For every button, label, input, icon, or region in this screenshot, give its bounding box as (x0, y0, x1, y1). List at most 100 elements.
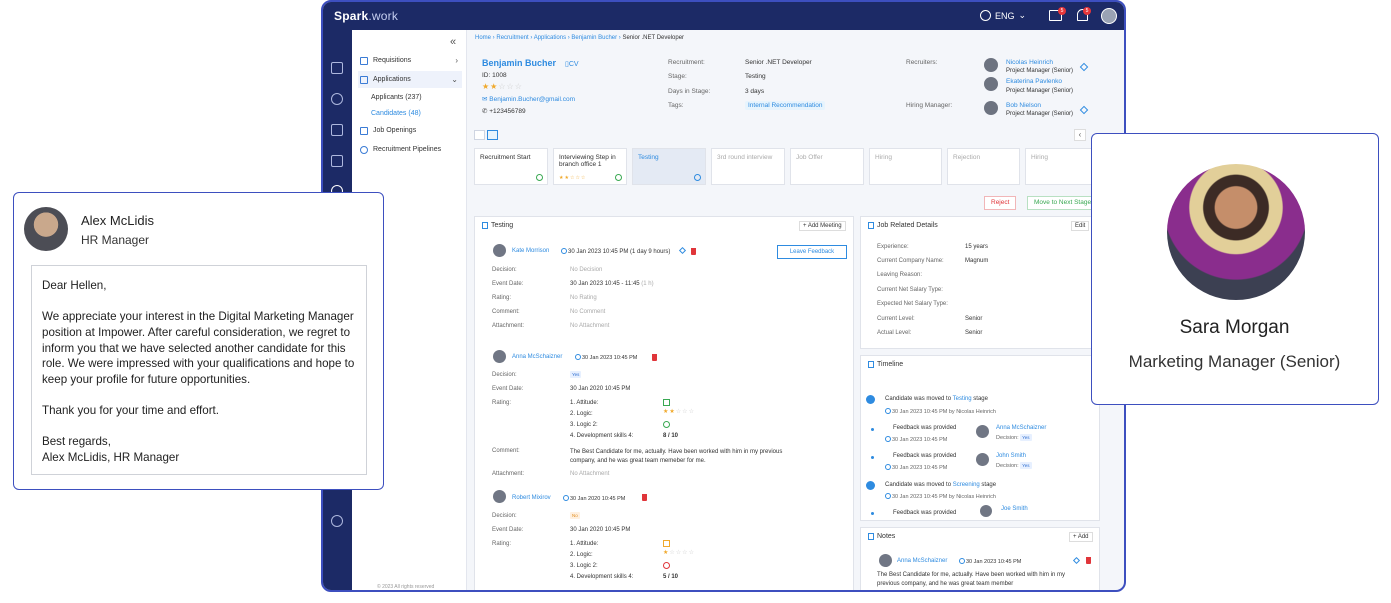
pipeline-icon (360, 145, 368, 154)
grid-view-icon[interactable] (487, 130, 498, 140)
trash-icon[interactable] (1086, 557, 1091, 564)
panel-title: Notes (868, 533, 895, 540)
rating-stars: ★☆☆☆☆ (663, 549, 695, 556)
menu-requisitions[interactable]: Requisitions › (358, 52, 462, 69)
timeline-dot (871, 456, 874, 459)
decision-value: Yes (570, 371, 582, 378)
rating-item: 4. Development skills 4: (570, 574, 634, 580)
trash-icon[interactable] (691, 248, 696, 255)
decision-label: Decision: (492, 513, 517, 519)
detail-label: Current Level: (877, 316, 915, 322)
edit-button[interactable]: Edit (1071, 221, 1090, 231)
star-icon: ☆ (514, 82, 523, 91)
timeline-feedback: Feedback was provided (893, 425, 957, 431)
email-greeting: Dear Hellen, (42, 279, 107, 292)
avatar (980, 505, 992, 517)
note-time: 30 Jan 2023 10:45 PM (959, 558, 1021, 565)
document-icon (482, 222, 488, 229)
feedback-author[interactable]: Joe Smith (1001, 506, 1028, 512)
stage-card[interactable]: 3rd round interview (711, 148, 785, 185)
menu-pipelines[interactable]: Recruitment Pipelines (358, 141, 462, 158)
stage-card[interactable]: Hiring (869, 148, 942, 185)
recruitment-label: Recruitment: (668, 59, 705, 66)
note-text: The Best Candidate for me, actually. Hav… (877, 572, 1065, 587)
menu-applicants[interactable]: Applicants (237) (371, 94, 422, 101)
stage-card[interactable]: Interviewing Step in branch office 1 ★★☆☆… (553, 148, 627, 185)
days-label: Days in Stage: (668, 88, 711, 95)
reject-button[interactable]: Reject (984, 196, 1017, 210)
gear-icon[interactable] (331, 515, 343, 527)
reviewer-name[interactable]: Robert Mixirov (512, 495, 551, 501)
recruiter-name[interactable]: Ekaterina Pavlenko (1006, 78, 1062, 85)
menu-applications[interactable]: Applications ⌄ (358, 71, 462, 88)
briefcase-icon (360, 126, 368, 135)
recruiter-name[interactable]: Nicolas Heinrich (1006, 59, 1053, 66)
scroll-left-button[interactable]: ‹ (1074, 129, 1086, 141)
edit-icon[interactable] (1079, 62, 1089, 72)
feedback-author[interactable]: Anna McSchaizner (996, 425, 1046, 431)
candidate-name[interactable]: Benjamin Bucher (482, 58, 556, 68)
calendar-icon[interactable] (331, 155, 343, 167)
avatar (493, 490, 506, 503)
comment-value: The Best Candidate for me, actually. Hav… (570, 449, 783, 464)
mail-badge: 5 (1058, 7, 1066, 15)
hiring-manager-name[interactable]: Bob Nielson (1006, 102, 1041, 109)
event-label: Event Date: (492, 386, 524, 392)
detail-value: Senior (965, 330, 983, 336)
breadcrumb: Home › Recruitment › Applications › Benj… (475, 35, 685, 41)
attachment-label: Attachment: (492, 323, 525, 329)
menu-job-openings[interactable]: Job Openings (358, 122, 462, 139)
stage-card[interactable]: Hiring (1025, 148, 1101, 185)
clock-icon (885, 493, 891, 499)
briefcase-icon[interactable] (331, 124, 343, 136)
decision-label: Decision: (492, 372, 517, 378)
avatar (984, 77, 998, 91)
add-meeting-button[interactable]: + Add Meeting (799, 221, 846, 231)
stage-card[interactable]: Job Offer (790, 148, 864, 185)
cv-link[interactable]: ▯CV (565, 60, 579, 68)
comment-value: No Comment (570, 309, 606, 315)
app-window: Spark.work ENG ⌄ 5 5 « Requisitions › Appl… (321, 0, 1126, 592)
check-icon (615, 174, 622, 181)
timeline-icon (868, 361, 874, 368)
review-time: 30 Jan 2020 10:45 PM (563, 495, 625, 502)
timeline-feedback: Feedback was provided (893, 510, 957, 516)
reviewer-name[interactable]: Kate Morrison (512, 248, 549, 254)
note-author[interactable]: Anna McSchaizner (897, 558, 947, 564)
people-icon[interactable] (331, 93, 343, 105)
user-avatar[interactable] (1101, 8, 1117, 24)
bookmark-icon[interactable] (331, 62, 343, 74)
trash-icon[interactable] (642, 494, 647, 501)
decision-value: No (570, 512, 580, 519)
chevron-right-icon: › (455, 56, 458, 65)
rating-item: 3. Logic 2: (570, 563, 598, 569)
timeline-dot (871, 512, 874, 515)
detail-value: Senior (965, 316, 983, 322)
app-logo[interactable]: Spark.work (334, 9, 398, 23)
feedback-author[interactable]: John Smith (996, 453, 1026, 459)
stage-card[interactable]: Recruitment Start (474, 148, 548, 185)
candidate-email[interactable]: ✉ Benjamin.Bucher@gmail.com (482, 95, 575, 103)
stage-card[interactable]: Rejection (947, 148, 1020, 185)
collapse-icon[interactable]: « (450, 36, 456, 48)
timeline-meta: 30 Jan 2023 10:45 PM by Nicolas Heinrich (885, 408, 996, 415)
leave-feedback-button[interactable]: Leave Feedback (777, 245, 847, 259)
star-icon: ☆ (506, 82, 515, 91)
reviewer-name[interactable]: Anna McSchaizner (512, 354, 562, 360)
add-note-button[interactable]: + Add (1069, 532, 1093, 542)
detail-value: 15 years (965, 244, 989, 250)
stage-card-current[interactable]: Testing (632, 148, 706, 185)
edit-icon[interactable] (1079, 105, 1089, 115)
sender-role: HR Manager (81, 233, 150, 247)
profile-card: Sara Morgan Marketing Manager (Senior) (1091, 133, 1379, 405)
tag-badge[interactable]: Internal Recommendation (745, 101, 826, 110)
rating-label: Rating: (492, 295, 512, 301)
list-view-icon[interactable] (474, 130, 485, 140)
menu-candidates[interactable]: Candidates (48) (371, 110, 421, 117)
cross-circle-icon (663, 562, 670, 571)
candidate-header: Benjamin Bucher ▯CV ID: 1008 ★★☆☆☆ ✉ Ben… (473, 52, 1113, 122)
language-selector[interactable]: ENG ⌄ (980, 10, 1026, 21)
trash-icon[interactable] (652, 354, 657, 361)
clock-icon (575, 354, 581, 360)
candidate-rating[interactable]: ★★☆☆☆ (482, 82, 523, 91)
